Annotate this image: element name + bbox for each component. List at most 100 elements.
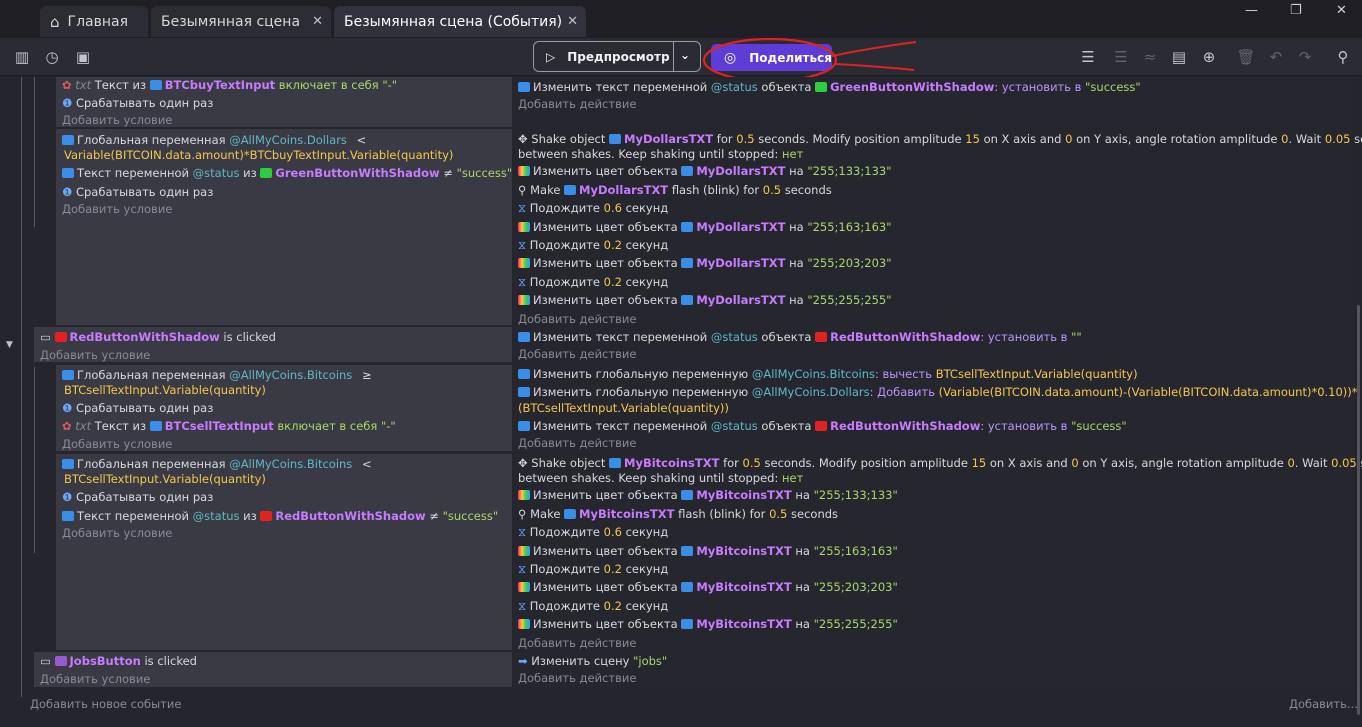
add-other-icon[interactable]: ≈ [1140,47,1160,67]
history-icon[interactable]: ◷ [42,47,62,67]
once-icon: ❶ [62,185,73,199]
add-subevent-icon[interactable]: ☰ [1111,47,1131,67]
flash-icon: ⚲ [518,183,527,197]
object-icon [260,168,273,178]
share-button[interactable]: ◎ Поделиться [711,44,832,71]
add-action[interactable]: Добавить действие [518,435,636,451]
object-name[interactable]: MyDollarsTXT [696,220,785,234]
add-condition[interactable]: Добавить условие [62,436,172,452]
scene-arrow-icon: ➡ [518,654,528,668]
object-icon [54,656,67,666]
close-icon[interactable]: ✕ [567,14,578,29]
variable-name[interactable]: status [722,80,757,94]
object-name[interactable]: MyBitcoinsTXT [696,544,791,558]
add-action[interactable]: Добавить действие [518,670,636,686]
wait-icon: ⧖ [518,275,527,289]
variable-name[interactable]: status [722,330,757,344]
restore-icon[interactable]: ❐ [1290,3,1302,18]
variable-name[interactable]: status [204,166,239,180]
variable-name[interactable]: AllMyCoins.Bitcoins [241,457,353,471]
once-icon: ❶ [62,96,73,110]
object-name[interactable]: RedButtonWithShadow [70,330,220,344]
object-name[interactable]: GreenButtonWithShadow [275,166,439,180]
add-action[interactable]: Добавить действие [518,311,636,327]
add-condition[interactable]: Добавить условие [40,347,150,363]
tab-events-label: Безымянная сцена (События) [344,13,563,30]
delete-icon[interactable]: 🗑 [1236,47,1256,67]
add-condition[interactable]: Добавить условие [62,112,172,128]
object-name[interactable]: MyBitcoinsTXT [624,456,719,470]
tree-line [34,367,35,553]
action-keyword: : установить в [994,80,1082,94]
expression[interactable]: BTCsellTextInput.Variable(quantity) [64,471,266,487]
object-name[interactable]: JobsButton [70,654,141,668]
divider [673,42,674,71]
object-name[interactable]: MyDollarsTXT [624,132,713,146]
redo-icon[interactable]: ↷ [1295,47,1315,67]
variable-name[interactable]: AllMyCoins.Dollars [763,385,869,399]
variable-name[interactable]: AllMyCoins.Bitcoins [241,368,353,382]
tab-scene[interactable]: Безымянная сцена ✕ [151,6,331,37]
object-name[interactable]: BTCbuyTextInput [165,78,275,92]
save-icon[interactable]: ▣ [73,47,93,67]
action-label: объекта [761,80,812,94]
scrollbar[interactable] [1357,305,1360,715]
add-action[interactable]: Добавить действие [518,635,636,651]
tab-scene-label: Безымянная сцена [161,13,301,30]
add-more[interactable]: Добавить... [1289,696,1358,712]
window-close-icon[interactable]: ✕ [1336,3,1347,18]
object-name[interactable]: MyDollarsTXT [696,293,785,307]
variable-name[interactable]: status [722,419,757,433]
cond-value[interactable]: "-" [382,78,397,92]
comment-icon[interactable]: ▤ [1169,47,1189,67]
minimize-icon[interactable]: — [1245,3,1258,18]
action-value[interactable]: "success" [1085,80,1141,94]
globe-icon: ◎ [724,49,737,66]
object-name[interactable]: MyDollarsTXT [696,256,785,270]
operator: ≠ [443,166,453,180]
cond-label: Срабатывать один раз [75,96,214,110]
action-label: Изменить текст переменной [533,80,708,94]
footer: Добавить новое событие Добавить... [0,693,1362,723]
expression[interactable]: Variable(BITCOIN.data.amount)*BTCbuyText… [64,147,453,163]
mouse-icon: ▭ [40,330,51,344]
object-name[interactable]: MyBitcoinsTXT [696,580,791,594]
object-name[interactable]: MyDollarsTXT [579,183,668,197]
object-name[interactable]: BTCsellTextInput [165,419,274,433]
object-name[interactable]: MyBitcoinsTXT [579,507,674,521]
at-icon: @ [710,80,723,94]
variable-name[interactable]: status [204,509,239,523]
object-name[interactable]: RedButtonWithShadow [275,509,425,523]
tab-home[interactable]: ⌂ Главная [40,6,148,37]
cond-value[interactable]: "success" [457,166,513,180]
add-action[interactable]: Добавить действие [518,96,636,112]
tab-events[interactable]: Безымянная сцена (События) ✕ [334,6,586,37]
variable-name[interactable]: AllMyCoins.Bitcoins [763,367,875,381]
tree-line [34,77,35,227]
object-name[interactable]: MyBitcoinsTXT [696,617,791,631]
tab-home-label: Главная [67,13,129,30]
add-condition[interactable]: Добавить условие [40,671,150,687]
object-name[interactable]: GreenButtonWithShadow [830,80,994,94]
object-name[interactable]: RedButtonWithShadow [830,330,980,344]
expression[interactable]: BTCsellTextInput.Variable(quantity) [64,382,266,398]
chevron-down-icon[interactable]: ⌄ [680,48,690,62]
title-bar: ⌂ Главная Безымянная сцена ✕ Безымянная … [0,0,1362,38]
add-condition[interactable]: Добавить условие [62,525,172,541]
collapse-arrow-icon[interactable]: ▼ [6,340,13,350]
preview-button[interactable]: ▷ Предпросмотр ⌄ [533,41,701,72]
object-name[interactable]: RedButtonWithShadow [830,419,980,433]
cond-keyword: включает в себя [278,78,379,92]
object-name[interactable]: MyDollarsTXT [696,164,785,178]
search-icon[interactable]: ⚲ [1333,47,1353,67]
add-condition[interactable]: Добавить условие [62,201,172,217]
undo-icon[interactable]: ↶ [1266,47,1286,67]
add-action[interactable]: Добавить действие [518,346,636,362]
add-circle-icon[interactable]: ⊕ [1199,47,1219,67]
panels-icon[interactable]: ▥ [12,47,32,67]
variable-name[interactable]: AllMyCoins.Dollars [241,133,347,147]
object-name[interactable]: MyBitcoinsTXT [696,488,791,502]
add-event-icon[interactable]: ☰ [1078,47,1098,67]
close-icon[interactable]: ✕ [312,14,323,29]
add-new-event[interactable]: Добавить новое событие [30,696,181,712]
